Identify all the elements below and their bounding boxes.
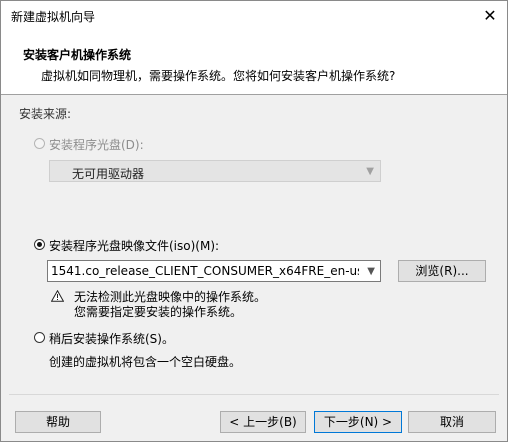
chevron-down-icon: ▼ — [366, 166, 374, 177]
title-bar: 新建虚拟机向导 ✕ — [1, 1, 507, 31]
drive-select-value: 无可用驱动器 — [72, 167, 145, 181]
iso-radio-label: 安装程序光盘映像文件(iso)(M): — [49, 239, 220, 253]
back-button[interactable]: < 上一步(B) — [220, 411, 306, 433]
install-later-radio[interactable] — [34, 332, 45, 343]
window-title: 新建虚拟机向导 — [11, 10, 96, 24]
warning-line-1: 无法检测此光盘映像中的操作系统。 — [74, 290, 267, 304]
install-later-label: 稍后安装操作系统(S)。 — [49, 332, 174, 346]
close-icon[interactable]: ✕ — [473, 1, 507, 31]
chevron-down-icon[interactable]: ▼ — [367, 266, 375, 277]
next-button[interactable]: 下一步(N) > — [314, 411, 402, 433]
browse-button[interactable]: 浏览(R)... — [398, 260, 486, 282]
install-later-description: 创建的虚拟机将包含一个空白硬盘。 — [49, 355, 242, 369]
warning-icon — [51, 290, 64, 302]
iso-warning: 无法检测此光盘映像中的操作系统。 您需要指定要安装的操作系统。 — [74, 290, 266, 320]
drive-select[interactable]: 无可用驱动器 ▼ — [49, 160, 381, 182]
wizard-header: 安装客户机操作系统 虚拟机如同物理机，需要操作系统。您将如何安装客户机操作系统? — [1, 31, 507, 95]
install-source-label: 安装来源: — [19, 107, 72, 121]
disc-radio-label: 安装程序光盘(D): — [49, 138, 144, 152]
iso-path-combo[interactable]: 1541.co_release_CLIENT_CONSUMER_x64FRE_e… — [47, 260, 381, 282]
footer-divider — [9, 394, 499, 395]
iso-radio[interactable] — [34, 239, 45, 250]
page-title: 安装客户机操作系统 — [23, 48, 132, 62]
page-subtitle: 虚拟机如同物理机，需要操作系统。您将如何安装客户机操作系统? — [41, 69, 396, 83]
help-button[interactable]: 帮助 — [15, 411, 101, 433]
wizard-window: 新建虚拟机向导 ✕ 安装客户机操作系统 虚拟机如同物理机，需要操作系统。您将如何… — [0, 0, 508, 442]
iso-path-value[interactable]: 1541.co_release_CLIENT_CONSUMER_x64FRE_e… — [51, 264, 359, 278]
disc-radio[interactable] — [34, 138, 45, 149]
cancel-button[interactable]: 取消 — [408, 411, 496, 433]
warning-line-2: 您需要指定要安装的操作系统。 — [74, 305, 243, 319]
